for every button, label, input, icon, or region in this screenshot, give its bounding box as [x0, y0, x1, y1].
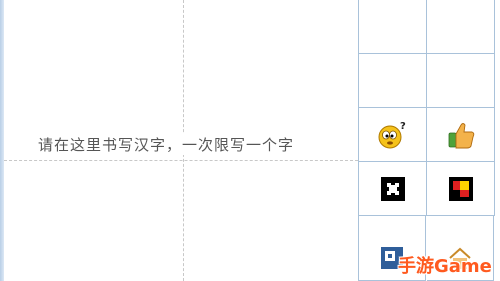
palette-cell-empty[interactable] [427, 0, 495, 54]
palette-cell-empty[interactable] [359, 0, 427, 54]
symbol-palette: ? [358, 0, 500, 281]
watermark-logo: 手游Game [398, 256, 492, 277]
palette-cell-red-yellow-square[interactable] [427, 162, 495, 216]
palette-cell-confused-face[interactable]: ? [359, 108, 427, 162]
palette-cell-empty[interactable] [359, 54, 427, 108]
thumbs-up-icon [448, 122, 474, 148]
palette-cell-empty[interactable] [427, 54, 495, 108]
confused-face-icon: ? [378, 121, 406, 148]
horizontal-guide-line [4, 160, 358, 161]
red-yellow-square-icon [448, 176, 473, 201]
palette-cell-black-square[interactable] [359, 162, 427, 216]
svg-text:?: ? [400, 121, 406, 132]
black-square-icon [380, 176, 405, 201]
handwriting-prompt: 请在这里书写汉字，一次限写一个字 [38, 134, 295, 155]
palette-cell-thumbs-up[interactable] [427, 108, 495, 162]
